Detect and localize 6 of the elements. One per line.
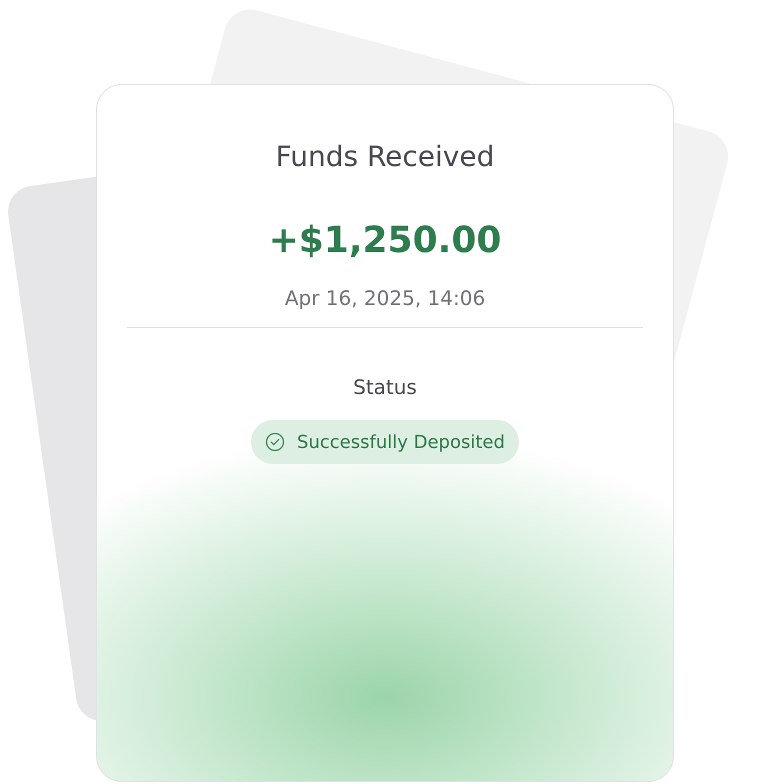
timestamp: Apr 16, 2025, 14:06 <box>284 285 486 312</box>
amount: +$1,250.00 <box>268 219 502 263</box>
card-title: Funds Received <box>276 139 494 175</box>
check-circle-icon <box>265 432 286 452</box>
status-text: Successfully Deposited <box>297 432 505 452</box>
status-label: Status <box>353 374 417 401</box>
